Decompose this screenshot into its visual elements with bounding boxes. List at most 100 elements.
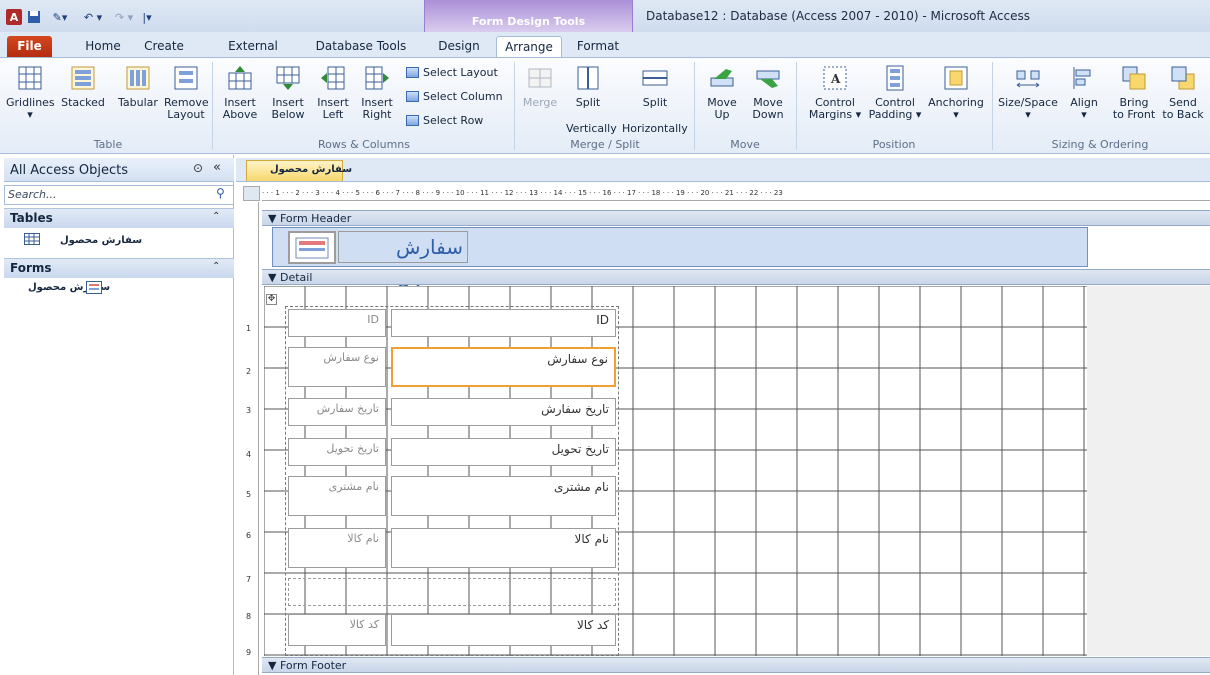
move-group-label: Move xyxy=(730,138,760,151)
nav-dropdown-icon[interactable]: ⊙ xyxy=(193,161,203,175)
anchoring-button[interactable]: Anchoring ▾ xyxy=(926,62,986,121)
rows-columns-group-label: Rows & Columns xyxy=(317,138,411,151)
vruler-tick-label: 9 xyxy=(246,648,252,657)
merge-button[interactable]: Merge xyxy=(518,62,562,109)
insert-above-button[interactable]: Insert Above xyxy=(218,62,262,121)
nav-pane-title: All Access Objects xyxy=(10,163,128,178)
group-divider xyxy=(992,62,993,150)
control-padding-button[interactable]: Control Padding ▾ xyxy=(866,62,924,121)
nav-item-table[interactable]: سفارش محصول xyxy=(60,235,142,246)
tab-external-data[interactable]: External Data xyxy=(212,36,294,73)
collapse-group-icon[interactable]: ⌃ xyxy=(212,211,220,222)
field-label[interactable]: نوع سفارش xyxy=(288,347,386,387)
field-label[interactable]: ID xyxy=(288,309,386,337)
table-group-label: Table xyxy=(93,138,123,151)
vruler-tick-label: 8 xyxy=(246,612,252,621)
tab-database-tools[interactable]: Database Tools xyxy=(312,36,410,57)
vruler-tick-label: 1 xyxy=(246,324,252,333)
insert-right-button[interactable]: Insert Right xyxy=(356,62,398,121)
tab-design[interactable]: Design xyxy=(430,36,488,57)
bring-to-front-button[interactable]: Bring to Front xyxy=(1108,62,1160,121)
field-label[interactable]: نام كالا xyxy=(288,528,386,568)
horizontal-ruler: · · · 1 · · · 2 · · · 3 · · · 4 · · · 5 … xyxy=(262,186,1210,201)
field-textbox[interactable]: نام مشترى xyxy=(391,476,616,516)
size-space-icon xyxy=(1012,62,1044,94)
access-app-icon[interactable]: A xyxy=(6,9,22,25)
select-column-button[interactable]: Select Column xyxy=(406,90,503,103)
field-textbox[interactable]: نوع سفارش xyxy=(391,347,616,387)
align-button[interactable]: Align ▾ xyxy=(1064,62,1104,121)
field-textbox[interactable]: تاريخ تحويل xyxy=(391,438,616,466)
form-header-bar[interactable]: ▼ Form Header xyxy=(262,210,1210,226)
empty-layout-row[interactable] xyxy=(288,578,616,606)
control-margins-icon: A xyxy=(819,62,851,94)
tab-format[interactable]: Format xyxy=(568,36,628,57)
stacked-icon xyxy=(67,62,99,94)
insert-left-button[interactable]: Insert Left xyxy=(312,62,354,121)
save-icon[interactable] xyxy=(26,9,42,25)
customize-icon[interactable]: ✎▾ xyxy=(46,9,74,25)
field-textbox[interactable]: نام كالا xyxy=(391,528,616,568)
collapse-group-icon[interactable]: ⌃ xyxy=(212,261,220,272)
form-selector[interactable] xyxy=(243,186,260,201)
split-horizontally-button[interactable]: Split xyxy=(620,62,690,109)
tab-home[interactable]: Home xyxy=(78,36,128,57)
select-layout-button[interactable]: Select Layout xyxy=(406,66,498,79)
field-textbox[interactable]: ID xyxy=(391,309,616,337)
control-padding-icon xyxy=(879,62,911,94)
field-label[interactable]: تاريخ تحويل xyxy=(288,438,386,466)
detail-bar[interactable]: ▼ Detail xyxy=(262,269,1210,285)
move-down-button[interactable]: Move Down xyxy=(746,62,790,121)
gridlines-button[interactable]: Gridlines ▾ xyxy=(6,62,55,121)
tab-create[interactable]: Create xyxy=(138,36,190,57)
stacked-button[interactable]: Stacked xyxy=(54,62,112,109)
send-to-back-button[interactable]: Send to Back xyxy=(1160,62,1206,121)
anchoring-icon xyxy=(940,62,972,94)
group-divider xyxy=(514,62,515,150)
remove-layout-button[interactable]: Remove Layout xyxy=(164,62,209,121)
gridlines-icon xyxy=(14,62,46,94)
insert-above-icon xyxy=(224,62,256,94)
vruler-tick-label: 6 xyxy=(246,531,252,540)
field-label[interactable]: نام مشترى xyxy=(288,476,386,516)
vruler-tick-label: 3 xyxy=(246,406,252,415)
form-footer-bar[interactable]: ▼ Form Footer xyxy=(262,657,1210,673)
vertical-ruler: 1 2 3 4 5 6 7 8 9 xyxy=(243,202,259,675)
move-up-icon xyxy=(706,62,738,94)
field-label[interactable]: كد كالا xyxy=(288,614,386,646)
control-margins-button[interactable]: A Control Margins ▾ xyxy=(806,62,864,121)
field-textbox[interactable]: كد كالا xyxy=(391,614,616,646)
vruler-tick-label: 7 xyxy=(246,575,252,584)
logo-placeholder-icon[interactable] xyxy=(288,231,336,264)
insert-below-icon xyxy=(272,62,304,94)
group-divider xyxy=(694,62,695,150)
size-space-button[interactable]: Size/Space ▾ xyxy=(996,62,1060,121)
tab-arrange[interactable]: Arrange xyxy=(496,36,562,57)
vruler-tick-label: 5 xyxy=(246,490,252,499)
redo-icon[interactable]: ↷ ▾ xyxy=(110,9,138,25)
window-title: Database12 : Database (Access 2007 - 201… xyxy=(646,9,1031,23)
document-tab-strip xyxy=(236,158,1210,182)
document-tab-label: سفارش محصول xyxy=(270,164,353,175)
svg-text:A: A xyxy=(830,72,841,86)
quick-access-menu-icon[interactable]: |▾ xyxy=(138,9,156,25)
nav-group-tables-label: Tables xyxy=(10,211,53,225)
tabular-button[interactable]: Tabular xyxy=(112,62,164,109)
split-vertically-button[interactable]: Split xyxy=(566,62,610,109)
field-textbox[interactable]: تاريخ سفارش xyxy=(391,398,616,426)
undo-icon[interactable]: ↶ ▾ xyxy=(78,9,108,25)
tab-file[interactable]: File xyxy=(7,36,52,57)
form-title[interactable]: سفارش محصول xyxy=(338,231,468,289)
split-vertically-icon xyxy=(572,62,604,94)
select-row-button[interactable]: Select Row xyxy=(406,114,483,127)
insert-below-button[interactable]: Insert Below xyxy=(266,62,310,121)
field-label[interactable]: تاريخ سفارش xyxy=(288,398,386,426)
merge-split-group-label: Merge / Split xyxy=(570,138,640,151)
layout-move-handle-icon[interactable]: ✥ xyxy=(266,294,277,305)
move-up-button[interactable]: Move Up xyxy=(700,62,744,121)
collapse-pane-icon[interactable]: « xyxy=(213,160,221,175)
remove-layout-icon xyxy=(170,62,202,94)
send-to-back-icon xyxy=(1167,62,1199,94)
search-icon[interactable]: ⚲ xyxy=(216,186,225,200)
group-divider xyxy=(796,62,797,150)
